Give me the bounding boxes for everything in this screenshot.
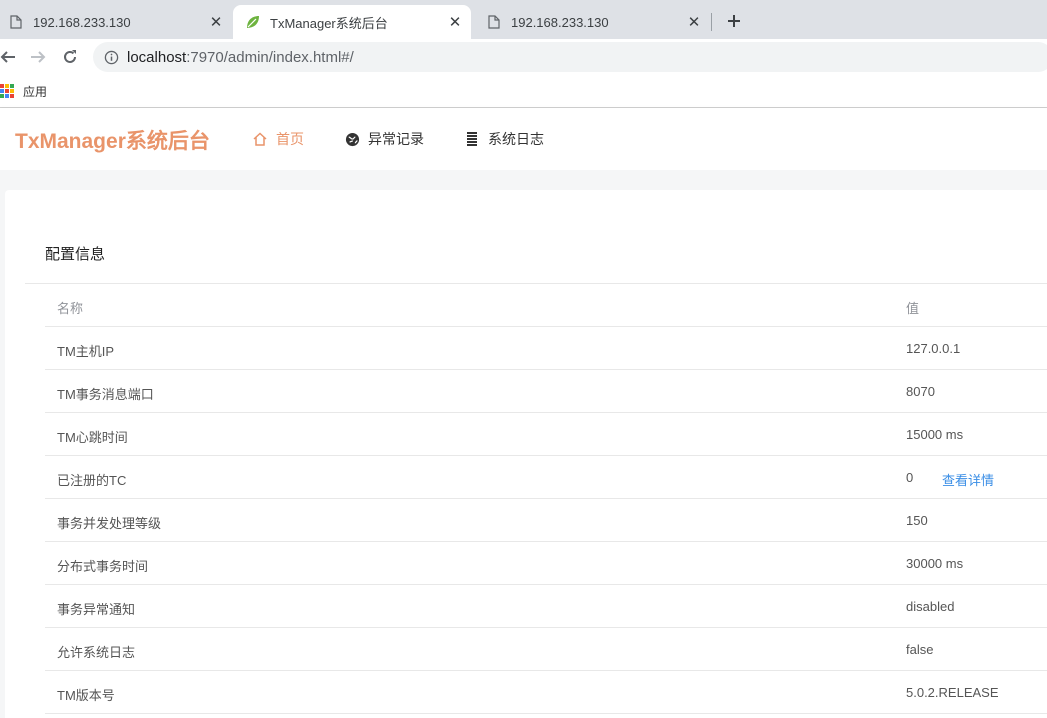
- config-name: TM主机IP: [57, 344, 115, 359]
- nav-label: 首页: [276, 131, 304, 147]
- forward-arrow-icon[interactable]: [26, 45, 50, 69]
- config-name: TM事务消息端口: [57, 387, 154, 402]
- config-value: 15000 ms: [906, 427, 964, 442]
- page-icon: [8, 14, 24, 30]
- config-value: 30000 ms: [906, 556, 964, 571]
- config-value: 8070: [906, 384, 935, 399]
- config-value: false: [906, 642, 934, 657]
- card-title: 配置信息: [45, 246, 106, 263]
- table-row: TM事务消息端口 8070: [45, 370, 1047, 413]
- config-name: TM版本号: [57, 688, 115, 703]
- url-text: localhost:7970/admin/index.html#/: [127, 48, 354, 66]
- globe-icon: [344, 131, 360, 147]
- list-icon: [464, 131, 480, 147]
- config-table: 名称 值 TM主机IP 127.0.0.1 TM事务消息端口 8070 TM心跳…: [45, 284, 1047, 714]
- table-row: 允许系统日志 false: [45, 628, 1047, 671]
- config-value: 5.0.2.RELEASE: [906, 685, 999, 700]
- config-value: 127.0.0.1: [906, 341, 961, 356]
- table-row: TM版本号 5.0.2.RELEASE: [45, 671, 1047, 714]
- browser-toolbar: localhost:7970/admin/index.html#/: [0, 39, 1047, 75]
- browser-tab-strip: 192.168.233.130 ✕ TxManager系统后台 ✕ 192.16…: [0, 0, 1047, 39]
- nav-item-system-log[interactable]: 系统日志: [464, 129, 544, 149]
- table-row: 分布式事务时间 30000 ms: [45, 542, 1047, 585]
- apps-grid-icon: [0, 84, 14, 98]
- column-header-name: 名称: [57, 301, 84, 316]
- browser-tab-1[interactable]: 192.168.233.130 ✕: [0, 5, 232, 39]
- nav-label: 异常记录: [368, 131, 424, 147]
- config-card: 配置信息 名称 值 TM主机IP 127.0.0.1 TM事务消息端口 8070…: [5, 190, 1047, 718]
- config-value: 150: [906, 513, 928, 528]
- page-icon: [486, 14, 502, 30]
- browser-tab-3[interactable]: 192.168.233.130 ✕: [478, 5, 710, 39]
- browser-tab-2[interactable]: TxManager系统后台 ✕: [233, 5, 471, 39]
- config-value: 0: [906, 470, 914, 485]
- app-header: TxManager系统后台 首页 异常记录 系统日志: [0, 108, 1047, 170]
- leaf-icon: [245, 14, 261, 30]
- address-bar[interactable]: localhost:7970/admin/index.html#/: [93, 42, 1047, 72]
- close-icon[interactable]: ✕: [208, 14, 224, 31]
- home-icon: [252, 131, 268, 147]
- tab-separator: [711, 13, 712, 31]
- close-icon[interactable]: ✕: [447, 14, 463, 31]
- nav-item-exceptions[interactable]: 异常记录: [344, 129, 424, 149]
- table-row: 事务并发处理等级 150: [45, 499, 1047, 542]
- nav-label: 系统日志: [488, 131, 544, 147]
- reload-icon[interactable]: [58, 45, 82, 69]
- config-name: TM心跳时间: [57, 430, 128, 445]
- table-row: TM心跳时间 15000 ms: [45, 413, 1047, 456]
- bookmark-apps[interactable]: 应用: [0, 81, 47, 101]
- table-header-row: 名称 值: [45, 284, 1047, 327]
- config-name: 已注册的TC: [57, 473, 127, 488]
- config-name: 事务异常通知: [57, 602, 136, 617]
- config-name: 允许系统日志: [57, 645, 136, 660]
- info-icon[interactable]: [103, 49, 119, 65]
- brand-title[interactable]: TxManager系统后台: [15, 125, 210, 155]
- view-details-link[interactable]: 查看详情: [942, 470, 994, 489]
- close-icon[interactable]: ✕: [686, 14, 702, 31]
- config-value: disabled: [906, 599, 955, 614]
- config-name: 分布式事务时间: [57, 559, 149, 574]
- plus-icon[interactable]: [722, 9, 746, 33]
- tab-title: 192.168.233.130: [511, 14, 609, 30]
- bookmark-label: 应用: [23, 84, 48, 99]
- tab-title: 192.168.233.130: [33, 14, 131, 30]
- table-row: TM主机IP 127.0.0.1: [45, 327, 1047, 370]
- tab-title: TxManager系统后台: [270, 15, 388, 31]
- bookmarks-bar: 应用: [0, 75, 1047, 108]
- nav-item-home[interactable]: 首页: [252, 129, 304, 149]
- column-header-value: 值: [906, 301, 920, 316]
- table-row: 事务异常通知 disabled: [45, 585, 1047, 628]
- config-name: 事务并发处理等级: [57, 516, 162, 531]
- table-row: 已注册的TC 0 查看详情: [45, 456, 1047, 499]
- back-arrow-icon[interactable]: [0, 45, 20, 69]
